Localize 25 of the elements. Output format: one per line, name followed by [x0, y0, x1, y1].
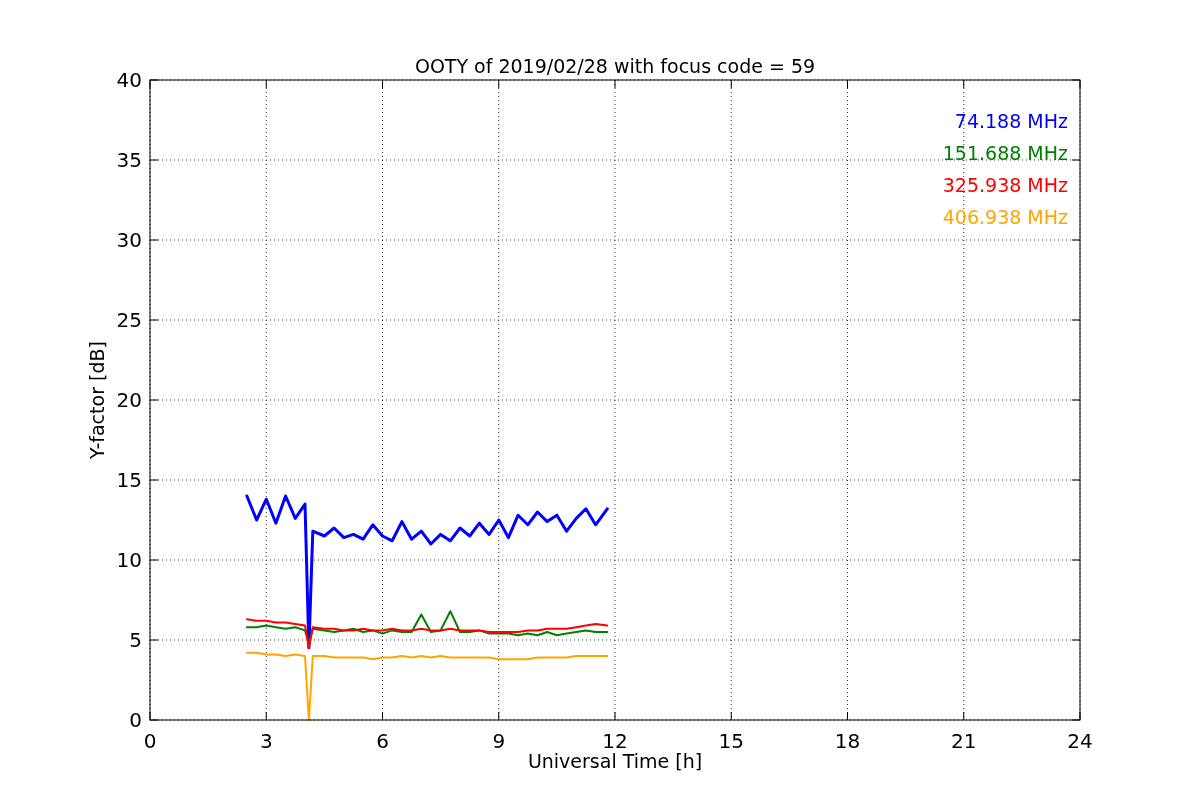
y-tick-label: 10 [116, 548, 142, 572]
legend-label: 74.188 MHz [954, 110, 1068, 132]
y-tick-label: 25 [116, 308, 142, 332]
x-tick-label: 15 [718, 729, 744, 753]
x-tick-label: 21 [951, 729, 977, 753]
y-tick-label: 35 [116, 148, 142, 172]
x-tick-label: 24 [1067, 729, 1093, 753]
x-tick-label: 0 [143, 729, 157, 753]
x-tick-label: 18 [834, 729, 861, 753]
legend-label: 325.938 MHz [942, 174, 1068, 196]
y-tick-label: 0 [129, 708, 142, 732]
y-tick-label: 5 [129, 628, 142, 652]
chart-title: OOTY of 2019/02/28 with focus code = 59 [414, 55, 816, 77]
x-tick-label: 6 [376, 729, 389, 753]
legend-label: 151.688 MHz [942, 142, 1068, 164]
y-axis-label: Y-factor [dB] [86, 341, 108, 459]
x-tick-label: 9 [492, 729, 506, 753]
x-tick-label: 3 [259, 729, 273, 753]
legend-label: 406.938 MHz [942, 206, 1068, 228]
y-tick-label: 30 [116, 228, 142, 252]
y-tick-label: 40 [116, 68, 142, 92]
x-axis-label: Universal Time [h] [527, 750, 703, 772]
y-tick-label: 15 [116, 468, 142, 492]
x-tick-label: 12 [602, 729, 628, 753]
y-tick-label: 20 [116, 388, 142, 412]
